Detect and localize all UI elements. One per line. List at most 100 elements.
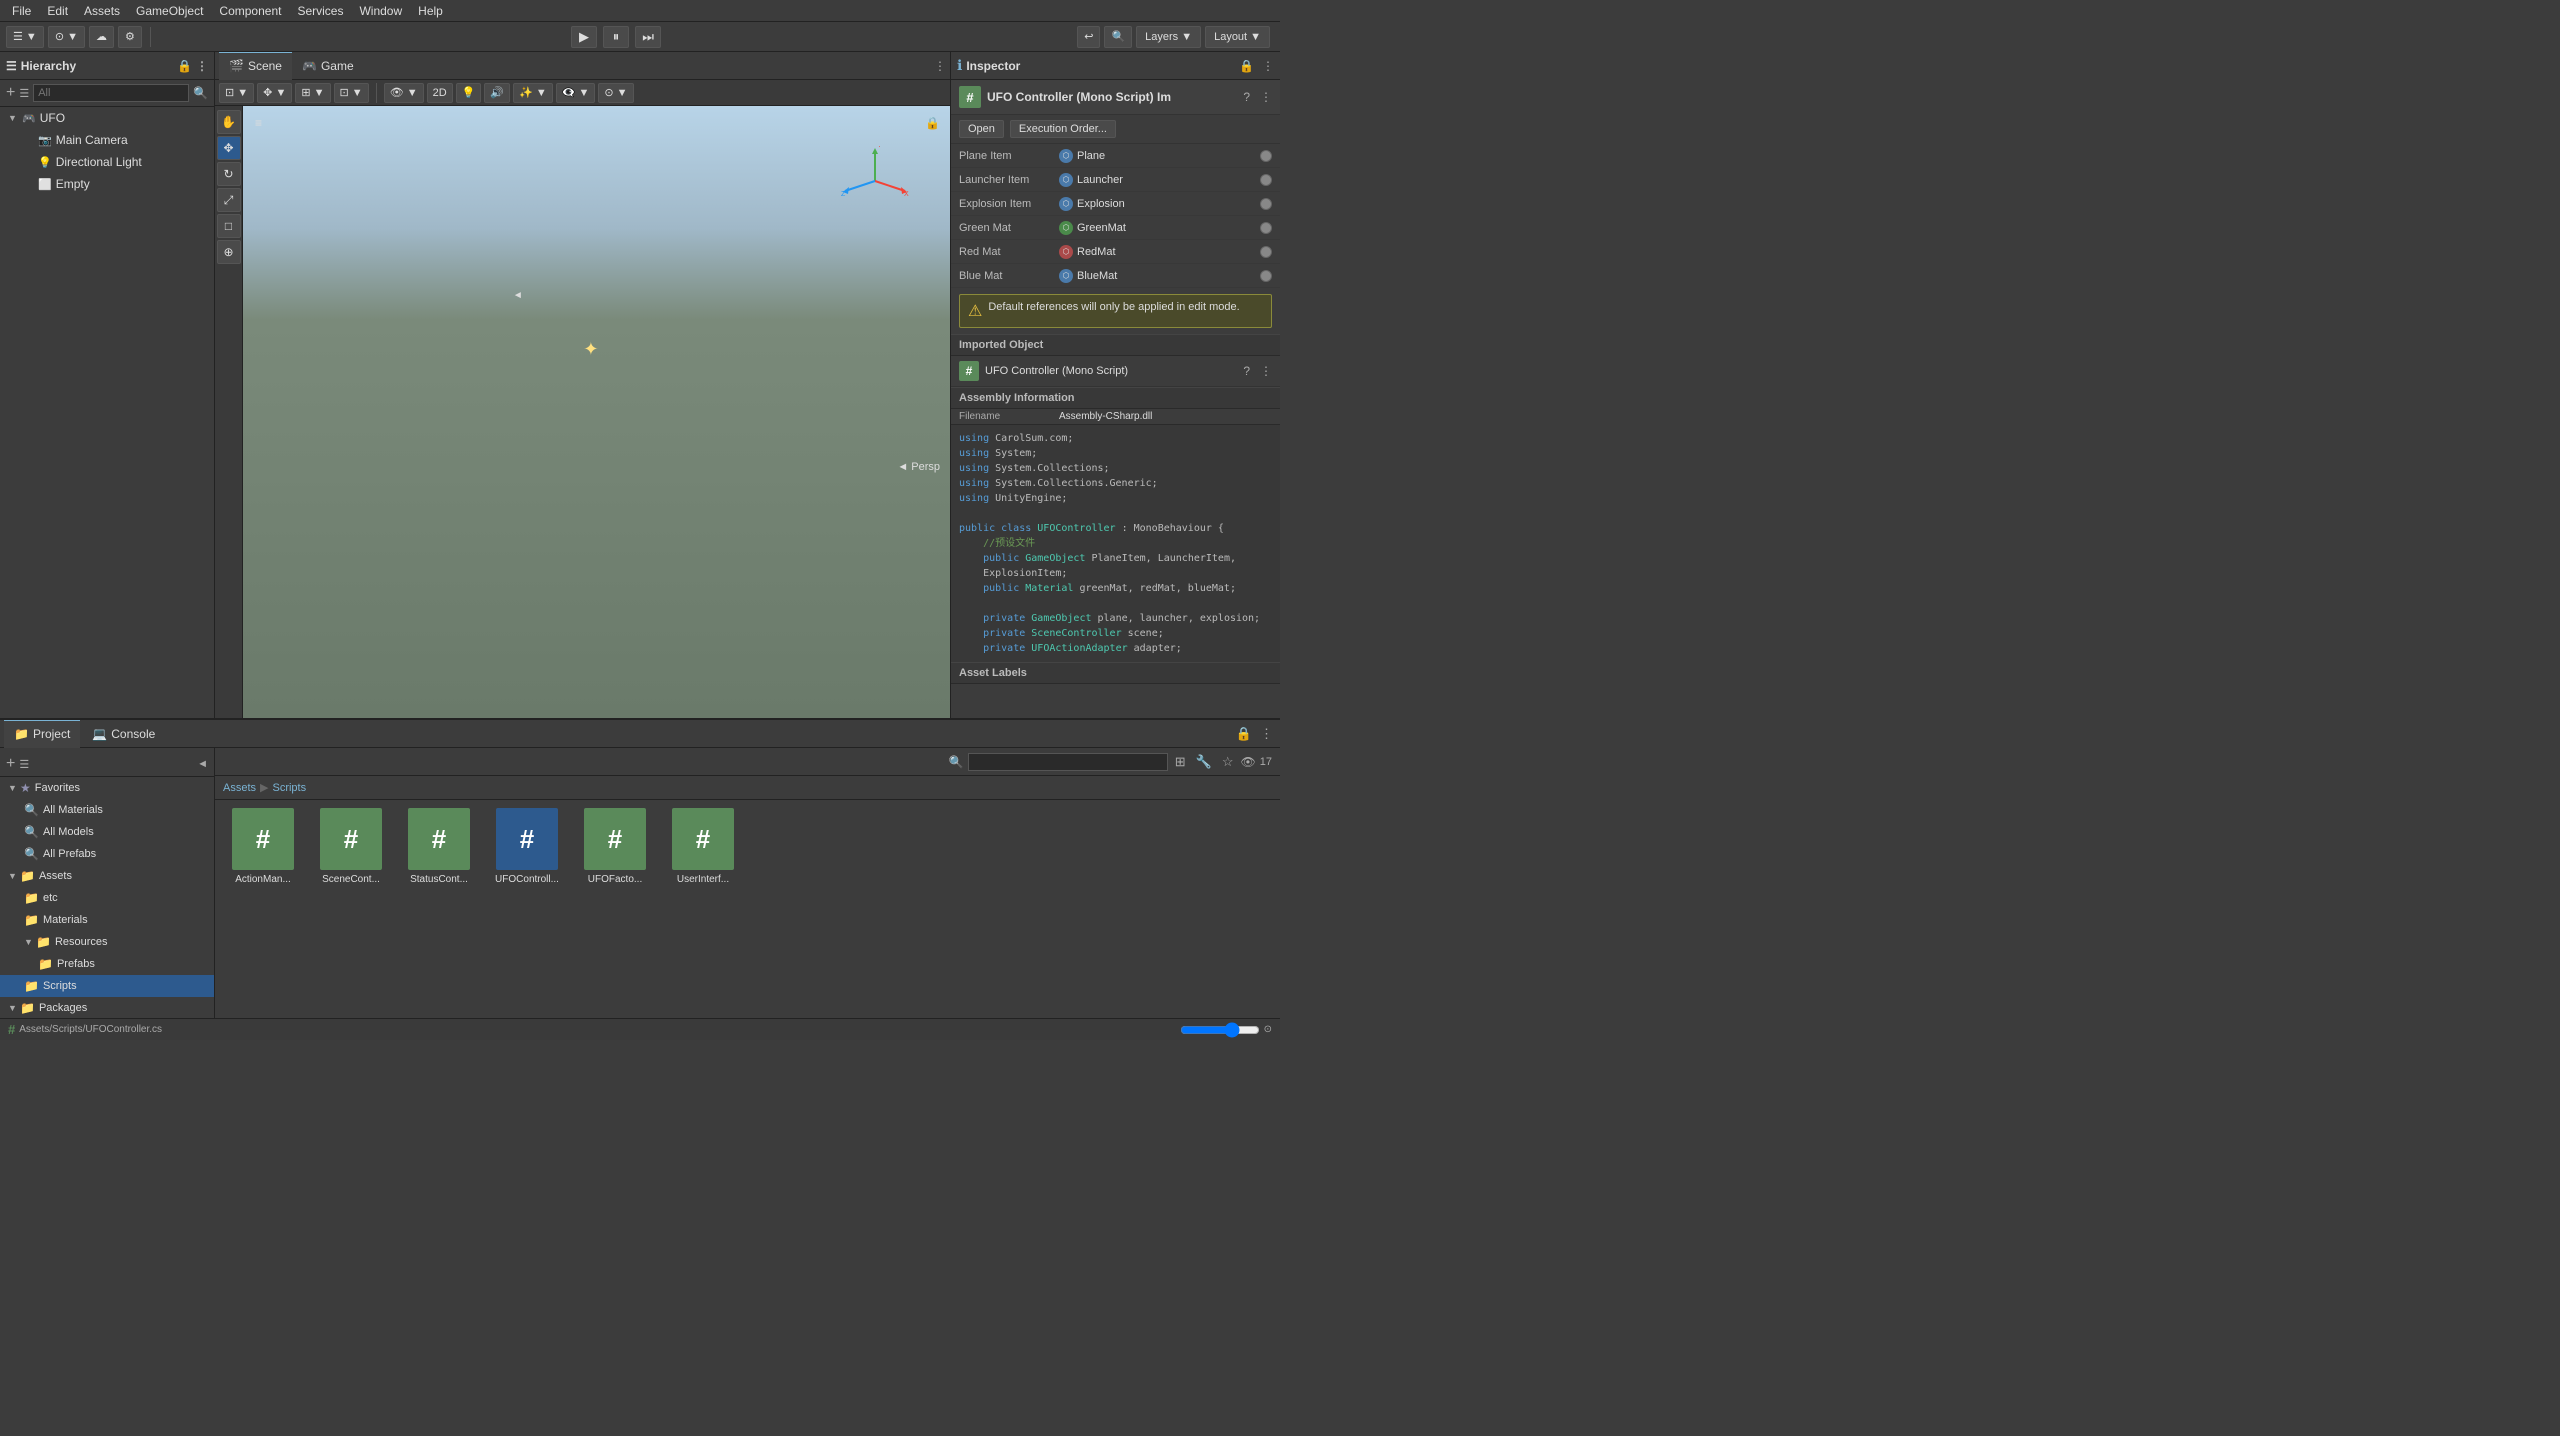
prefabs-subfolder[interactable]: 📁 Prefabs — [0, 953, 214, 975]
tree-item-main-camera[interactable]: 📷 Main Camera — [0, 129, 214, 151]
hierarchy-search-input[interactable] — [33, 84, 189, 102]
packages-folder[interactable]: ▼ 📁 Packages — [0, 997, 214, 1018]
imported-help-icon[interactable]: ? — [1243, 364, 1250, 378]
transform-gizmo-btn[interactable]: ⊡ ▼ — [219, 83, 254, 103]
2d-btn[interactable]: 2D — [427, 83, 453, 103]
scene-lock[interactable]: 🔒 — [925, 116, 940, 130]
assets-folder[interactable]: ▼ 📁 Assets — [0, 865, 214, 887]
scene-hamburger[interactable]: ≡ — [255, 116, 262, 130]
all-models-item[interactable]: 🔍 All Models — [0, 821, 214, 843]
file-item-scene[interactable]: # SceneCont... — [311, 808, 391, 885]
play-button[interactable]: ▶ — [571, 26, 597, 48]
hierarchy-add-icon[interactable]: + — [6, 84, 15, 102]
tree-item-empty[interactable]: ⬜ Empty — [0, 173, 214, 195]
snap-btn[interactable]: ⊡ ▼ — [334, 83, 369, 103]
open-btn[interactable]: Open — [959, 120, 1004, 138]
pause-button[interactable]: ⏸ — [603, 26, 629, 48]
step-button[interactable]: ⏭ — [635, 26, 661, 48]
all-prefabs-item[interactable]: 🔍 All Prefabs — [0, 843, 214, 865]
pivot-btn[interactable]: ⊙ ▼ — [48, 26, 85, 48]
cloud-btn[interactable]: ☁ — [89, 26, 114, 48]
menu-edit[interactable]: Edit — [39, 2, 76, 20]
gizmos-btn[interactable]: ⊙ ▼ — [598, 83, 633, 103]
menu-gameobject[interactable]: GameObject — [128, 2, 211, 20]
project-tab[interactable]: 📁 Project — [4, 720, 80, 748]
hierarchy-search-btn[interactable]: 🔍 — [193, 86, 208, 100]
rect-btn[interactable]: □ — [217, 214, 241, 238]
scene-light-gizmo: ✦ — [583, 339, 598, 360]
move-scene-btn[interactable]: ✥ — [217, 136, 241, 160]
red-mat-dot-btn[interactable] — [1260, 246, 1272, 258]
green-mat-dot-btn[interactable] — [1260, 222, 1272, 234]
file-item-status[interactable]: # StatusCont... — [399, 808, 479, 885]
bottom-lock-btn[interactable]: 🔒 — [1233, 726, 1255, 742]
combined-btn[interactable]: ⊕ — [217, 240, 241, 264]
bottom-options-btn[interactable]: ⋮ — [1257, 726, 1276, 742]
etc-folder[interactable]: 📁 etc — [0, 887, 214, 909]
favorites-folder[interactable]: ▼ ★ Favorites — [0, 777, 214, 799]
blue-mat-dot-btn[interactable] — [1260, 270, 1272, 282]
hidden-btn[interactable]: 👁‍🗨 ▼ — [556, 83, 596, 103]
project-star-btn[interactable]: ☆ — [1219, 754, 1237, 770]
component-options-icon[interactable]: ⋮ — [1260, 90, 1272, 104]
imported-options-icon[interactable]: ⋮ — [1260, 364, 1272, 378]
project-search-input[interactable] — [968, 753, 1168, 771]
project-menu-btn[interactable]: ☰ — [19, 758, 29, 771]
layout-dropdown[interactable]: Layout ▼ — [1205, 26, 1270, 48]
scripts-folder[interactable]: 📁 Scripts — [0, 975, 214, 997]
menu-component[interactable]: Component — [211, 2, 289, 20]
explosion-dot-btn[interactable] — [1260, 198, 1272, 210]
project-sidebar-arrow[interactable]: ◄ — [197, 758, 208, 770]
hierarchy-lock-icon[interactable]: 🔒 — [177, 59, 192, 73]
assets-path-part[interactable]: Assets — [223, 782, 256, 794]
menu-help[interactable]: Help — [410, 2, 451, 20]
layers-dropdown[interactable]: Layers ▼ — [1136, 26, 1201, 48]
status-slider[interactable]: ⊙ — [1180, 1022, 1272, 1038]
scene-tab[interactable]: 🎬 Scene — [219, 52, 292, 80]
inspector-options-icon[interactable]: ⋮ — [1262, 59, 1274, 73]
scene-options-icon[interactable]: ⋮ — [934, 59, 946, 73]
menu-window[interactable]: Window — [351, 2, 410, 20]
file-item-action[interactable]: # ActionMan... — [223, 808, 303, 885]
search-btn[interactable]: 🔍 — [1104, 26, 1132, 48]
audio-btn[interactable]: 🔊 — [484, 83, 510, 103]
menu-services[interactable]: Services — [289, 2, 351, 20]
hierarchy-menu-icon2[interactable]: ☰ — [19, 87, 29, 100]
plane-ref-text: Plane — [1077, 150, 1105, 162]
console-tab[interactable]: 💻 Console — [82, 720, 165, 748]
menu-assets[interactable]: Assets — [76, 2, 128, 20]
file-item-ufo-factory[interactable]: # UFOFacto... — [575, 808, 655, 885]
light-toggle-btn[interactable]: 💡 — [456, 83, 482, 103]
transform-hand-btn[interactable]: ☰ ▼ — [6, 26, 44, 48]
resources-folder[interactable]: ▼ 📁 Resources — [0, 931, 214, 953]
inspector-lock-icon[interactable]: 🔒 — [1239, 59, 1254, 73]
all-materials-item[interactable]: 🔍 All Materials — [0, 799, 214, 821]
hierarchy-options-icon[interactable]: ⋮ — [196, 59, 208, 73]
fx-btn[interactable]: ✨ ▼ — [513, 83, 553, 103]
plane-dot-btn[interactable] — [1260, 150, 1272, 162]
launcher-dot-btn[interactable] — [1260, 174, 1272, 186]
rotate-btn[interactable]: ↻ — [217, 162, 241, 186]
project-filter-btn[interactable]: 🔧 — [1193, 754, 1215, 770]
help-icon[interactable]: ? — [1243, 90, 1250, 104]
scripts-path-part[interactable]: Scripts — [272, 782, 306, 794]
materials-folder[interactable]: 📁 Materials — [0, 909, 214, 931]
settings-btn[interactable]: ⚙ — [118, 26, 142, 48]
menu-file[interactable]: File — [4, 2, 39, 20]
view-btn[interactable]: 👁 ▼ — [384, 83, 424, 103]
hand-tool-btn[interactable]: ✋ — [217, 110, 241, 134]
file-item-ufo-ctrl[interactable]: # UFOControll... — [487, 808, 567, 885]
tree-item-directional-light[interactable]: 💡 Directional Light — [0, 151, 214, 173]
game-tab[interactable]: 🎮 Game — [292, 52, 364, 80]
zoom-slider[interactable] — [1180, 1022, 1260, 1038]
scene-viewport[interactable]: ✋ ✥ ↻ ⤢ □ ⊕ ≡ 🔒 ◄ Persp — [215, 106, 950, 718]
tree-item-ufo[interactable]: ▼ 🎮 UFO — [0, 107, 214, 129]
grid-btn[interactable]: ⊞ ▼ — [295, 83, 330, 103]
scale-btn[interactable]: ⤢ — [217, 188, 241, 212]
project-view-btn[interactable]: ⊞ — [1172, 754, 1189, 770]
file-item-user-interf[interactable]: # UserInterf... — [663, 808, 743, 885]
move-tool-btn[interactable]: ✥ ▼ — [257, 83, 292, 103]
execution-order-btn[interactable]: Execution Order... — [1010, 120, 1116, 138]
add-project-item-btn[interactable]: + — [6, 755, 15, 773]
undo-btn[interactable]: ↩ — [1077, 26, 1100, 48]
